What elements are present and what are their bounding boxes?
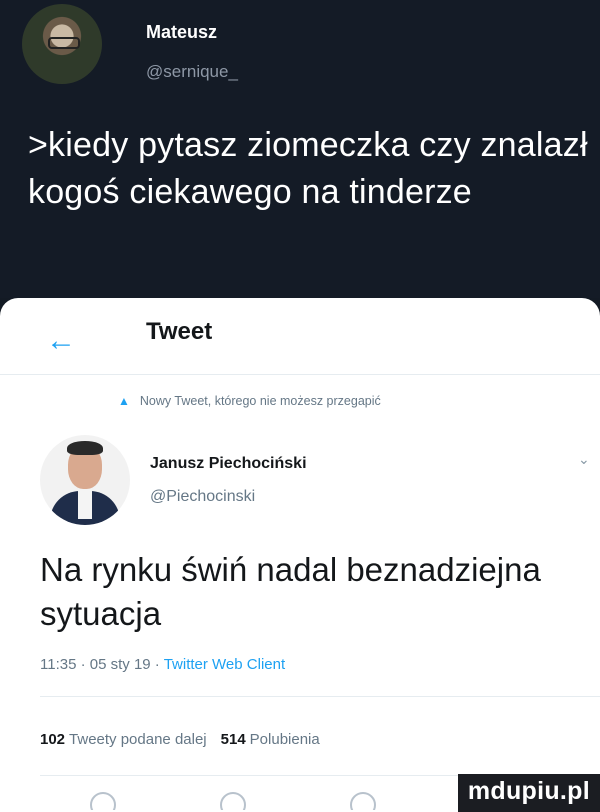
retweet-icon[interactable] bbox=[220, 792, 246, 810]
retweets-count[interactable]: 102 bbox=[40, 731, 65, 748]
reply-icon[interactable] bbox=[90, 792, 116, 810]
tweet-stats: 102 Tweety podane dalej 514 Polubienia bbox=[40, 731, 320, 748]
chevron-down-icon[interactable]: ⌄ bbox=[578, 451, 590, 468]
likes-count[interactable]: 514 bbox=[221, 731, 246, 748]
promoted-notice: ▲ Nowy Tweet, którego nie możesz przegapi… bbox=[118, 394, 381, 408]
page-title: Tweet bbox=[146, 318, 213, 345]
likes-label[interactable]: Polubienia bbox=[250, 731, 320, 748]
retweets-label[interactable]: Tweety podane dalej bbox=[69, 731, 207, 748]
twitter-bird-icon: ▲ bbox=[118, 394, 130, 408]
tweet-source-link[interactable]: Twitter Web Client bbox=[164, 656, 285, 673]
avatar[interactable] bbox=[40, 435, 130, 525]
tweet-text: Na rynku świń nadal beznadziejna sytuacj… bbox=[40, 551, 541, 632]
divider bbox=[40, 696, 600, 697]
outer-tweet: Mateusz @sernique_ >kiedy pytasz ziomecz… bbox=[0, 0, 600, 298]
avatar[interactable] bbox=[22, 4, 102, 84]
tweet-text: >kiedy pytasz ziomeczka czy znalazł kogo… bbox=[28, 126, 588, 211]
author-handle[interactable]: @Piechocinski bbox=[150, 488, 255, 506]
like-icon[interactable] bbox=[350, 792, 376, 810]
action-bar bbox=[90, 792, 480, 810]
notice-text: Nowy Tweet, którego nie możesz przegapić bbox=[139, 394, 381, 408]
watermark: mdupiu.pl bbox=[457, 774, 600, 812]
embedded-tweet-screenshot: ← Tweet ▲ Nowy Tweet, którego nie możesz … bbox=[0, 298, 600, 812]
divider bbox=[0, 374, 600, 375]
back-arrow-icon[interactable]: ← bbox=[46, 326, 76, 356]
tweet-meta: 11:35 · 05 sty 19 · Twitter Web Client bbox=[40, 656, 285, 673]
tweet-timestamp[interactable]: 11:35 · 05 sty 19 · bbox=[40, 656, 160, 673]
author-name[interactable]: Janusz Piechociński bbox=[150, 455, 307, 473]
author-name[interactable]: Mateusz bbox=[146, 22, 217, 43]
author-handle[interactable]: @sernique_ bbox=[146, 62, 238, 82]
